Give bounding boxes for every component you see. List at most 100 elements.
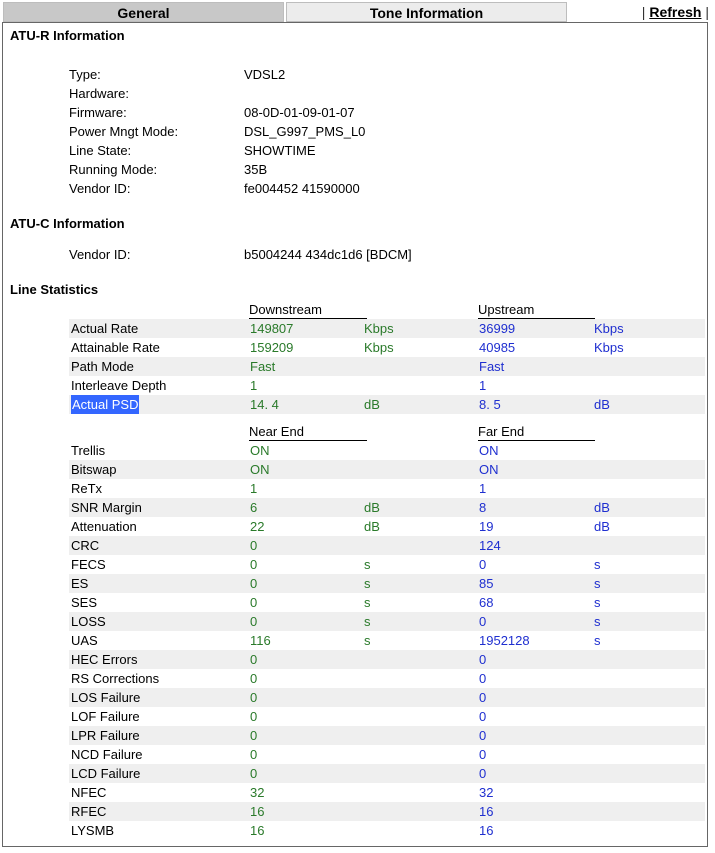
row-label: Actual Rate [71, 321, 139, 336]
unit-secondary: s [594, 595, 601, 610]
value-primary: 16 [250, 804, 265, 819]
value-secondary: 1 [479, 481, 487, 496]
value-secondary: 0 [479, 766, 487, 781]
table-row: NFEC 32 32 [69, 783, 705, 802]
table-row: HEC Errors 0 0 [69, 650, 705, 669]
info-key: Line State: [69, 143, 132, 158]
value-secondary: 124 [479, 538, 501, 553]
info-key: Firmware: [69, 105, 127, 120]
value-secondary: 1952128 [479, 633, 530, 648]
row-label: Bitswap [71, 462, 117, 477]
table-row: Path Mode Fast Fast [69, 357, 705, 376]
table-row: LPR Failure 0 0 [69, 726, 705, 745]
value-primary: Fast [250, 359, 276, 374]
value-primary: 0 [250, 538, 258, 553]
value-secondary: ON [479, 443, 499, 458]
row-label: Attainable Rate [71, 340, 160, 355]
unit-primary: s [364, 633, 371, 648]
info-value: b5004244 434dc1d6 [BDCM] [244, 247, 412, 262]
row-label: RS Corrections [71, 671, 160, 686]
separator-left: | [641, 4, 646, 20]
value-primary: 0 [250, 614, 258, 629]
value-primary: 116 [250, 633, 271, 648]
value-secondary: 0 [479, 671, 487, 686]
table-row: LOS Failure 0 0 [69, 688, 705, 707]
status-panel: ATU-R Information Type: VDSL2 Hardware: … [2, 22, 708, 847]
value-primary: 0 [250, 766, 258, 781]
row-label: SES [71, 595, 98, 610]
info-key: Hardware: [69, 86, 129, 101]
row-label: Attenuation [71, 519, 137, 534]
info-key: Power Mngt Mode: [69, 124, 179, 139]
unit-secondary: Kbps [594, 340, 624, 355]
value-primary: 14. 4 [250, 397, 279, 412]
unit-primary: Kbps [364, 321, 394, 336]
table-row: UAS 116 s 1952128 s [69, 631, 705, 650]
row-label: Trellis [71, 443, 106, 458]
value-secondary: 0 [479, 652, 487, 667]
row-label-selected: Actual PSD [71, 395, 140, 414]
value-secondary: 16 [479, 804, 494, 819]
table-row: FECS 0 s 0 s [69, 555, 705, 574]
value-primary: 1 [250, 481, 258, 496]
info-value: 08-0D-01-09-01-07 [244, 105, 355, 120]
row-label: Path Mode [71, 359, 134, 374]
table-row: CRC 0 124 [69, 536, 705, 555]
value-primary: 0 [250, 747, 258, 762]
value-primary: 22 [250, 519, 265, 534]
value-primary: ON [250, 443, 270, 458]
value-secondary: 0 [479, 557, 487, 572]
separator-right: | [705, 4, 709, 20]
row-label: LPR Failure [71, 728, 140, 743]
table-row: ES 0 s 85 s [69, 574, 705, 593]
tab-general[interactable]: General [3, 2, 284, 22]
table-row: Actual Rate 149807 Kbps 36999 Kbps [69, 319, 705, 338]
unit-secondary: dB [594, 519, 610, 534]
table-row: LOSS 0 s 0 s [69, 612, 705, 631]
row-label: CRC [71, 538, 100, 553]
table-row: RS Corrections 0 0 [69, 669, 705, 688]
column-header-far-end: Far End [478, 424, 595, 441]
table-row: Interleave Depth 1 1 [69, 376, 705, 395]
info-key: Vendor ID: [69, 181, 131, 196]
value-secondary: 0 [479, 614, 487, 629]
value-primary: 1 [250, 378, 258, 393]
column-header-near-end: Near End [249, 424, 367, 441]
unit-secondary: s [594, 614, 601, 629]
unit-primary: dB [364, 500, 380, 515]
refresh-link[interactable]: Refresh [649, 4, 701, 20]
table-row: LCD Failure 0 0 [69, 764, 705, 783]
value-primary: 32 [250, 785, 265, 800]
unit-primary: Kbps [364, 340, 394, 355]
unit-secondary: dB [594, 500, 610, 515]
info-value: VDSL2 [244, 67, 286, 82]
value-primary: 159209 [250, 340, 294, 355]
info-key: Type: [69, 67, 101, 82]
value-secondary: 8 [479, 500, 487, 515]
table-row: Actual PSD 14. 4 dB 8. 5 dB [69, 395, 705, 414]
info-key: Running Mode: [69, 162, 158, 177]
value-primary: 0 [250, 595, 258, 610]
info-value: DSL_G997_PMS_L0 [244, 124, 366, 139]
unit-primary: s [364, 614, 371, 629]
table-row: Attenuation 22 dB 19 dB [69, 517, 705, 536]
row-label: SNR Margin [71, 500, 142, 515]
value-secondary: 16 [479, 823, 494, 838]
table-row: Attainable Rate 159209 Kbps 40985 Kbps [69, 338, 705, 357]
info-value: SHOWTIME [244, 143, 316, 158]
row-label: ES [71, 576, 89, 591]
unit-primary: s [364, 595, 371, 610]
table-row: ReTx 1 1 [69, 479, 705, 498]
info-value: 35B [244, 162, 268, 177]
row-label: LOS Failure [71, 690, 141, 705]
value-primary: 6 [250, 500, 258, 515]
value-secondary: 19 [479, 519, 494, 534]
value-secondary: 85 [479, 576, 494, 591]
table-row: Trellis ON ON [69, 441, 705, 460]
info-key: Vendor ID: [69, 247, 131, 262]
tab-tone-information[interactable]: Tone Information [286, 2, 567, 22]
unit-secondary: Kbps [594, 321, 624, 336]
value-primary: 0 [250, 709, 258, 724]
value-secondary: 0 [479, 709, 487, 724]
tab-bar: General Tone Information | Refresh | [0, 0, 715, 22]
